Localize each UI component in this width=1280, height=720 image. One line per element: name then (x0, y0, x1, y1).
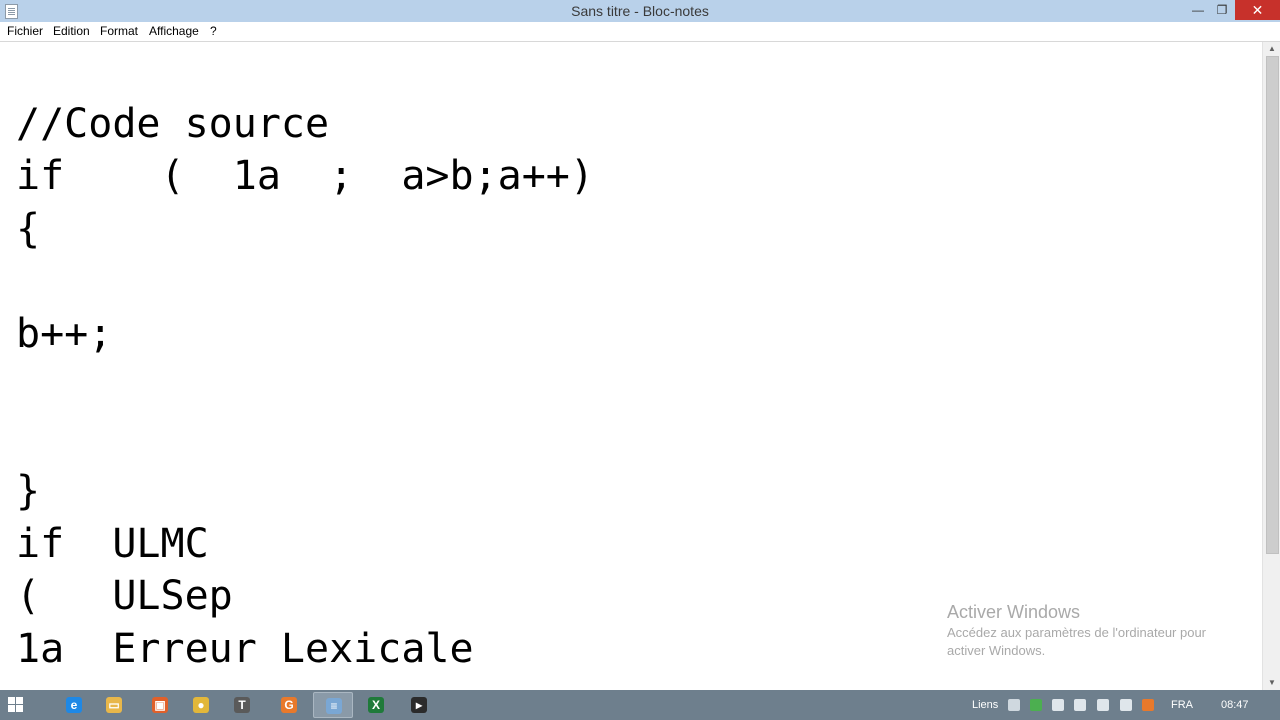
minimize-button[interactable]: — (1186, 0, 1210, 20)
vertical-scrollbar[interactable]: ▲ ▼ (1262, 42, 1280, 690)
clock[interactable]: 08:47 (1221, 699, 1249, 711)
explorer-icon: ▭ (106, 697, 122, 713)
keyboard-icon[interactable] (1008, 699, 1020, 711)
taskbar-app-notepad[interactable]: ≡ (313, 692, 353, 718)
menu-bar: Fichier Edition Format Affichage ? (0, 22, 1280, 42)
taskbar-app-ie[interactable]: e (54, 692, 94, 718)
editor-line: if ( 1a ; a>b;a++) (16, 153, 594, 199)
close-button[interactable]: ✕ (1235, 0, 1280, 20)
taskbar: e ▭ ▣ ● T G ≡ X ▸ Liens FRA 08:47 (0, 690, 1280, 720)
taskbar-app-office[interactable]: ▣ (140, 692, 180, 718)
restore-button[interactable]: ❐ (1210, 0, 1234, 20)
network-signal-icon[interactable] (1074, 699, 1086, 711)
editor-line: if ULMC (16, 521, 209, 567)
taskbar-app-explorer[interactable]: ▭ (94, 692, 134, 718)
menu-format[interactable]: Format (100, 24, 138, 38)
language-indicator[interactable]: FRA (1171, 699, 1193, 711)
tray-links[interactable]: Liens (972, 699, 998, 711)
taskbar-app-chrome[interactable]: ● (181, 692, 221, 718)
activation-watermark-title: Activer Windows (947, 602, 1081, 622)
editor-line: { (16, 206, 41, 252)
menu-fichier[interactable]: Fichier (7, 24, 43, 38)
ie-icon: e (66, 697, 82, 713)
scroll-down-arrow-icon[interactable]: ▼ (1263, 676, 1280, 690)
editor-line: ( ULSep (16, 573, 233, 619)
taskbar-app-terminal[interactable]: ▸ (399, 692, 439, 718)
editor-line: } (16, 468, 41, 514)
chrome-icon: ● (193, 697, 209, 713)
editor-line: 1a Erreur Lexicale (16, 626, 474, 672)
taskbar-app-orange[interactable]: G (269, 692, 309, 718)
activation-watermark-text: activer Windows. (947, 643, 1046, 658)
terminal-icon: ▸ (411, 697, 427, 713)
excel-icon: X (368, 697, 384, 713)
activation-watermark-text: Accédez aux paramètres de l'ordinateur p… (947, 625, 1207, 640)
scroll-thumb[interactable] (1266, 56, 1279, 554)
app-tray-icon[interactable] (1142, 699, 1154, 711)
editor-line: //Code source (16, 101, 330, 147)
menu-affichage[interactable]: Affichage (149, 24, 199, 38)
editor-line: b++; (16, 311, 113, 357)
menu-help[interactable]: ? (210, 24, 217, 38)
title-bar[interactable]: Sans titre - Bloc-notes — ❐ ✕ (0, 0, 1280, 23)
menu-edition[interactable]: Edition (53, 24, 90, 38)
check-icon[interactable] (1030, 699, 1042, 711)
taskbar-app-text-editor[interactable]: T (222, 692, 262, 718)
office-icon: ▣ (152, 697, 168, 713)
window-title: Sans titre - Bloc-notes (571, 3, 709, 19)
volume-icon[interactable] (1097, 699, 1109, 711)
text-editor-icon: T (234, 697, 250, 713)
taskbar-app-excel[interactable]: X (356, 692, 396, 718)
app-orange-icon: G (281, 697, 297, 713)
scroll-up-arrow-icon[interactable]: ▲ (1263, 42, 1280, 56)
battery-icon[interactable] (1120, 699, 1132, 711)
windows-start-icon[interactable] (8, 697, 24, 713)
notepad-icon: ≡ (326, 698, 342, 714)
monitor-icon[interactable] (1052, 699, 1064, 711)
text-editor-area[interactable]: //Code source if ( 1a ; a>b;a++) { b++; … (0, 42, 1262, 690)
